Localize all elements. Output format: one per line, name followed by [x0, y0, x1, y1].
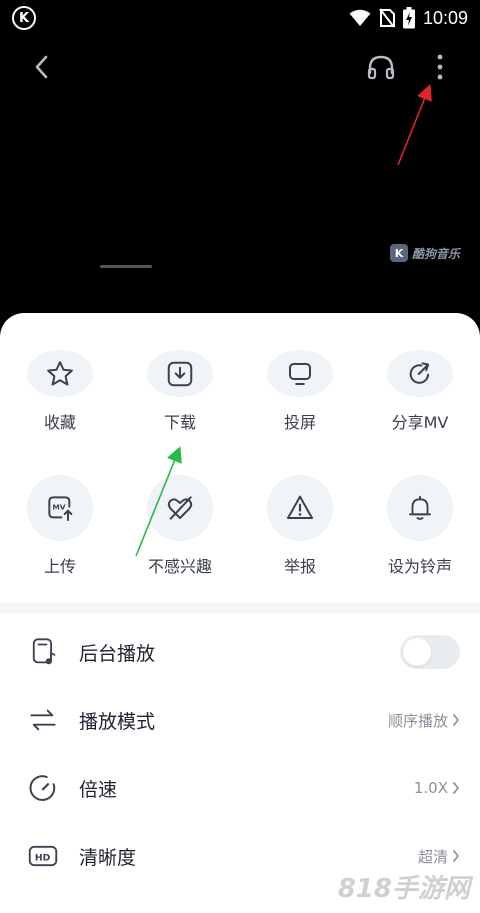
more-vertical-icon: [437, 54, 443, 80]
upload-circle: MV: [27, 475, 93, 541]
share-circle: [387, 350, 453, 397]
not-interested-circle: [147, 475, 213, 541]
background-play-icon-wrap: [28, 637, 58, 667]
play-mode-icon-wrap: [28, 705, 58, 735]
set-ringtone-label: 设为铃声: [387, 557, 452, 576]
wifi-icon: [349, 9, 371, 26]
report-circle: [267, 475, 333, 541]
speed-gauge-icon: [29, 775, 56, 801]
background-play-icon: [32, 638, 56, 665]
cast-label: 投屏: [283, 413, 316, 432]
hd-icon: HD: [28, 845, 58, 867]
not-interested-label: 不感兴趣: [147, 557, 212, 576]
kugou-watermark: K 酷狗音乐: [390, 244, 460, 262]
quality-value-wrap: 超清: [418, 846, 460, 867]
battery-icon: [402, 7, 415, 29]
report-label: 举报: [283, 557, 316, 576]
status-time: 10:09: [422, 7, 468, 28]
kugou-watermark-text: 酷狗音乐: [412, 246, 461, 261]
download-action[interactable]: 下载: [120, 313, 240, 433]
share-icon: [409, 361, 430, 384]
favorite-circle: [27, 350, 93, 397]
share-mv-label: 分享MV: [391, 413, 449, 432]
share-mv-action[interactable]: 分享MV: [360, 313, 480, 433]
download-icon: [167, 361, 193, 386]
more-options-sheet: 收藏 下载 投屏 分享MV MV 上传 不感兴趣 举报 设为铃声 后台播放 播放…: [0, 313, 480, 913]
upload-action[interactable]: MV 上传: [0, 475, 120, 595]
section-divider: [0, 603, 480, 613]
speed-value-wrap: 1.0X: [414, 779, 460, 797]
speed-label: 倍速: [79, 778, 118, 801]
star-icon: [47, 360, 73, 385]
kugou-notification-icon: K: [12, 6, 36, 30]
quality-value: 超清: [417, 847, 448, 866]
speed-icon-wrap: [28, 773, 58, 803]
favorite-label: 收藏: [43, 413, 76, 432]
bell-icon: [409, 495, 431, 520]
not-interested-icon: [167, 496, 193, 520]
background-play-toggle[interactable]: [400, 635, 460, 669]
cast-screen-icon: [289, 362, 311, 385]
ringtone-circle: [387, 475, 453, 541]
play-mode-label: 播放模式: [79, 710, 156, 733]
site-watermark: 818手游网: [337, 874, 470, 904]
chevron-right-icon: [453, 714, 459, 726]
back-button[interactable]: [24, 50, 58, 84]
background-play-row: 后台播放: [0, 618, 480, 686]
download-label: 下载: [163, 413, 196, 432]
play-mode-value-wrap: 顺序播放: [388, 710, 460, 731]
play-mode-row[interactable]: 播放模式 顺序播放: [0, 686, 480, 754]
set-ringtone-action[interactable]: 设为铃声: [360, 475, 480, 595]
cast-circle: [267, 350, 333, 397]
kugou-logo-icon: K: [390, 244, 408, 262]
upload-mv-icon: MV: [48, 496, 73, 521]
play-mode-icon: [30, 709, 56, 731]
no-sim-icon: [379, 8, 395, 28]
more-options-button[interactable]: [423, 50, 457, 84]
favorite-action[interactable]: 收藏: [0, 313, 120, 433]
toggle-knob: [403, 638, 431, 666]
back-arrow-icon: [35, 55, 48, 79]
video-loading-bar: [100, 265, 152, 268]
quality-icon-wrap: HD: [28, 841, 58, 871]
cast-action[interactable]: 投屏: [240, 313, 360, 433]
svg-text:HD: HD: [35, 853, 51, 864]
red-annotation-arrow: [397, 84, 432, 166]
headphones-button[interactable]: [364, 50, 398, 84]
status-icons: 10:09: [349, 5, 468, 31]
player-top-nav: [0, 44, 480, 90]
play-mode-value: 顺序播放: [387, 711, 448, 730]
download-circle: [147, 350, 213, 397]
chevron-right-icon: [453, 782, 459, 794]
headphones-icon: [367, 55, 395, 80]
chevron-right-icon: [453, 850, 459, 862]
upload-label: 上传: [43, 557, 76, 576]
svg-text:MV: MV: [52, 503, 65, 512]
speed-value: 1.0X: [413, 779, 448, 797]
not-interested-action[interactable]: 不感兴趣: [120, 475, 240, 595]
report-warning-icon: [287, 495, 313, 519]
report-action[interactable]: 举报: [240, 475, 360, 595]
speed-row[interactable]: 倍速 1.0X: [0, 754, 480, 822]
background-play-label: 后台播放: [79, 642, 156, 665]
status-bar: K 10:09: [0, 0, 480, 36]
quality-label: 清晰度: [79, 846, 137, 869]
action-grid: 收藏 下载 投屏 分享MV MV 上传 不感兴趣 举报 设为铃声: [0, 313, 480, 603]
